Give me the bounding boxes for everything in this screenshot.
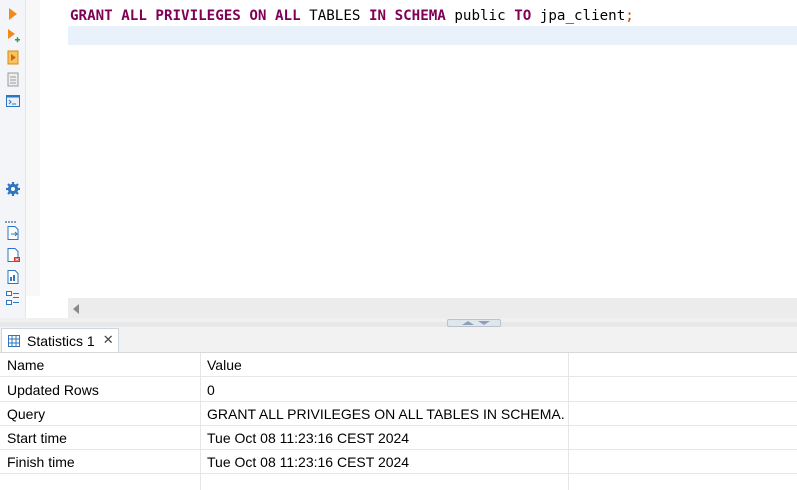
export-icon[interactable] (5, 225, 21, 241)
row-value-cell: Tue Oct 08 11:23:16 CEST 2024 (207, 430, 410, 446)
settings-gear-icon[interactable] (5, 181, 21, 197)
sql-semicolon: ; (625, 8, 634, 24)
sql-keyword: TO (514, 8, 532, 24)
statistics-table: Name Value Updated Rows 0 Query GRANT AL… (0, 353, 797, 490)
row-name-cell: Query (7, 406, 46, 422)
sql-statement-line[interactable]: GRANT ALL PRIVILEGES ON ALL TABLES IN SC… (70, 6, 634, 26)
execute-script-icon[interactable] (5, 49, 21, 65)
editor-gutter (26, 0, 40, 296)
row-value-cell: GRANT ALL PRIVILEGES ON ALL TABLES IN SC… (207, 406, 565, 422)
save-script-icon[interactable] (5, 269, 21, 285)
sql-identifier: TABLES (300, 8, 369, 24)
scroll-left-arrow-icon[interactable] (73, 304, 79, 314)
editor-side-toolbar (0, 0, 26, 322)
column-header-name[interactable]: Name (7, 353, 197, 377)
outline-icon[interactable] (5, 290, 21, 306)
sql-identifier: jpa_client (531, 8, 626, 24)
splitter-toggle-handle[interactable] (447, 319, 501, 327)
line-number-ruler (40, 0, 68, 296)
tab-statistics[interactable]: Statistics 1 ✕ (1, 328, 119, 352)
row-value-cell: 0 (207, 382, 215, 398)
row-value-cell: Tue Oct 08 11:23:16 CEST 2024 (207, 454, 410, 470)
row-name-cell: Finish time (7, 454, 75, 470)
table-row[interactable]: Query GRANT ALL PRIVILEGES ON ALL TABLES… (0, 402, 797, 426)
execute-in-new-tab-icon[interactable] (5, 28, 21, 44)
sql-identifier: public (445, 8, 515, 24)
execute-script-new-tab-icon[interactable] (5, 71, 21, 87)
load-script-icon[interactable] (5, 247, 21, 263)
explain-plan-icon[interactable] (5, 93, 21, 109)
table-row[interactable]: Start time Tue Oct 08 11:23:16 CEST 2024 (0, 426, 797, 450)
results-tab-bar: Statistics 1 ✕ (0, 327, 797, 353)
toolbar-separator (5, 208, 19, 223)
tab-label: Statistics 1 (27, 332, 95, 349)
row-name-cell: Start time (7, 430, 67, 446)
table-row[interactable]: Finish time Tue Oct 08 11:23:16 CEST 202… (0, 450, 797, 474)
table-header-row: Name Value (0, 353, 797, 377)
sql-keyword: GRANT ALL PRIVILEGES ON ALL (70, 8, 301, 24)
close-icon[interactable]: ✕ (103, 334, 114, 347)
sql-editor[interactable]: GRANT ALL PRIVILEGES ON ALL TABLES IN SC… (68, 0, 797, 298)
maximize-up-icon (462, 321, 474, 325)
table-row[interactable]: Updated Rows 0 (0, 378, 797, 402)
current-line-highlight (68, 26, 797, 45)
grid-table-icon (8, 334, 20, 347)
sql-keyword: IN SCHEMA (368, 8, 446, 24)
row-name-cell: Updated Rows (7, 382, 99, 398)
restore-down-icon (478, 321, 490, 325)
editor-horizontal-scrollbar[interactable] (68, 298, 797, 318)
execute-statement-icon[interactable] (5, 6, 21, 22)
column-header-value[interactable]: Value (207, 353, 565, 377)
